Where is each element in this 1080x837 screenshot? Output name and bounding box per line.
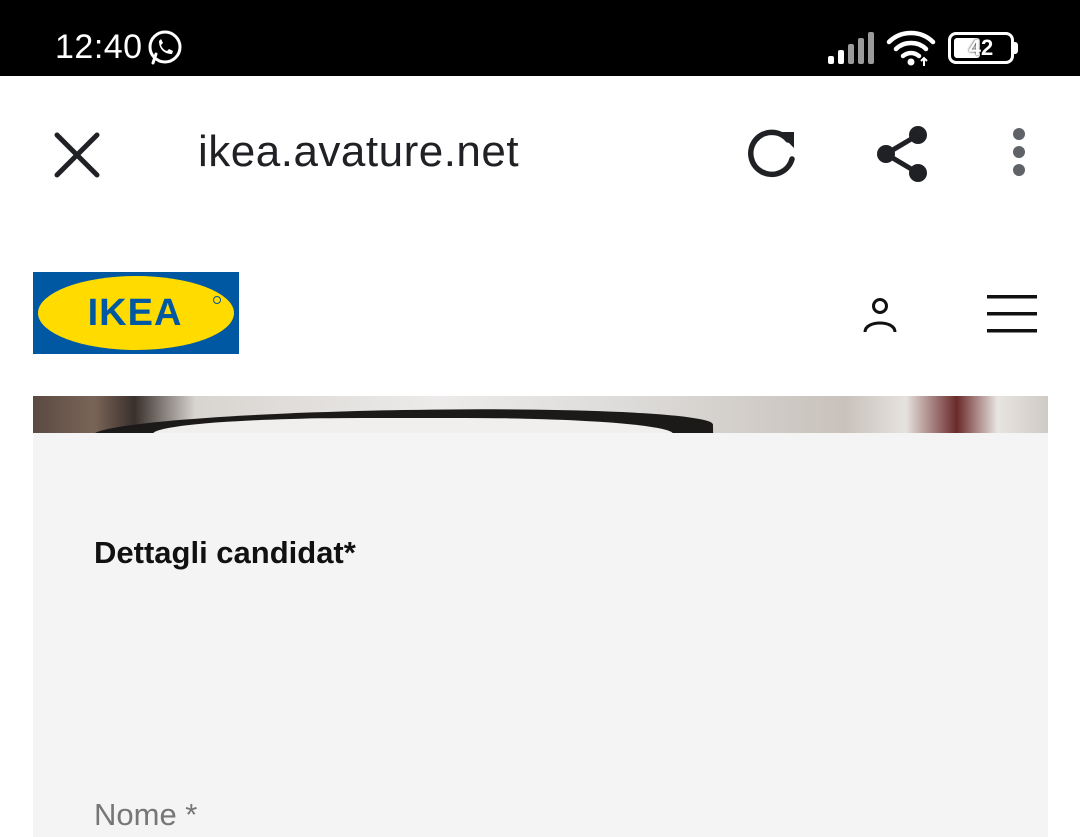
ikea-logo[interactable]: IKEA [33, 272, 239, 354]
site-header: IKEA [0, 226, 1080, 396]
application-form: Dettagli candidat* Nome * [33, 433, 1048, 837]
first-name-label: Nome * [94, 797, 198, 832]
browser-toolbar: ikea.avature.net [0, 76, 1080, 226]
hero-image [33, 396, 1048, 433]
wifi-icon [886, 30, 936, 66]
status-bar: 12:40 42 [0, 0, 1080, 76]
signal-icon [828, 32, 874, 64]
more-vert-icon[interactable] [1004, 124, 1034, 184]
share-icon[interactable] [874, 124, 932, 184]
battery-icon: 42 [948, 32, 1018, 64]
hamburger-menu-icon[interactable] [986, 294, 1038, 334]
battery-level: 42 [968, 35, 994, 60]
user-icon[interactable] [858, 296, 902, 336]
svg-text:IKEA: IKEA [88, 292, 183, 334]
whatsapp-icon [148, 30, 182, 65]
section-title: Dettagli candidat* [94, 535, 356, 570]
reload-icon[interactable] [742, 126, 800, 184]
url-text[interactable]: ikea.avature.net [198, 124, 519, 180]
status-time: 12:40 [55, 28, 143, 66]
close-icon[interactable] [50, 128, 104, 182]
